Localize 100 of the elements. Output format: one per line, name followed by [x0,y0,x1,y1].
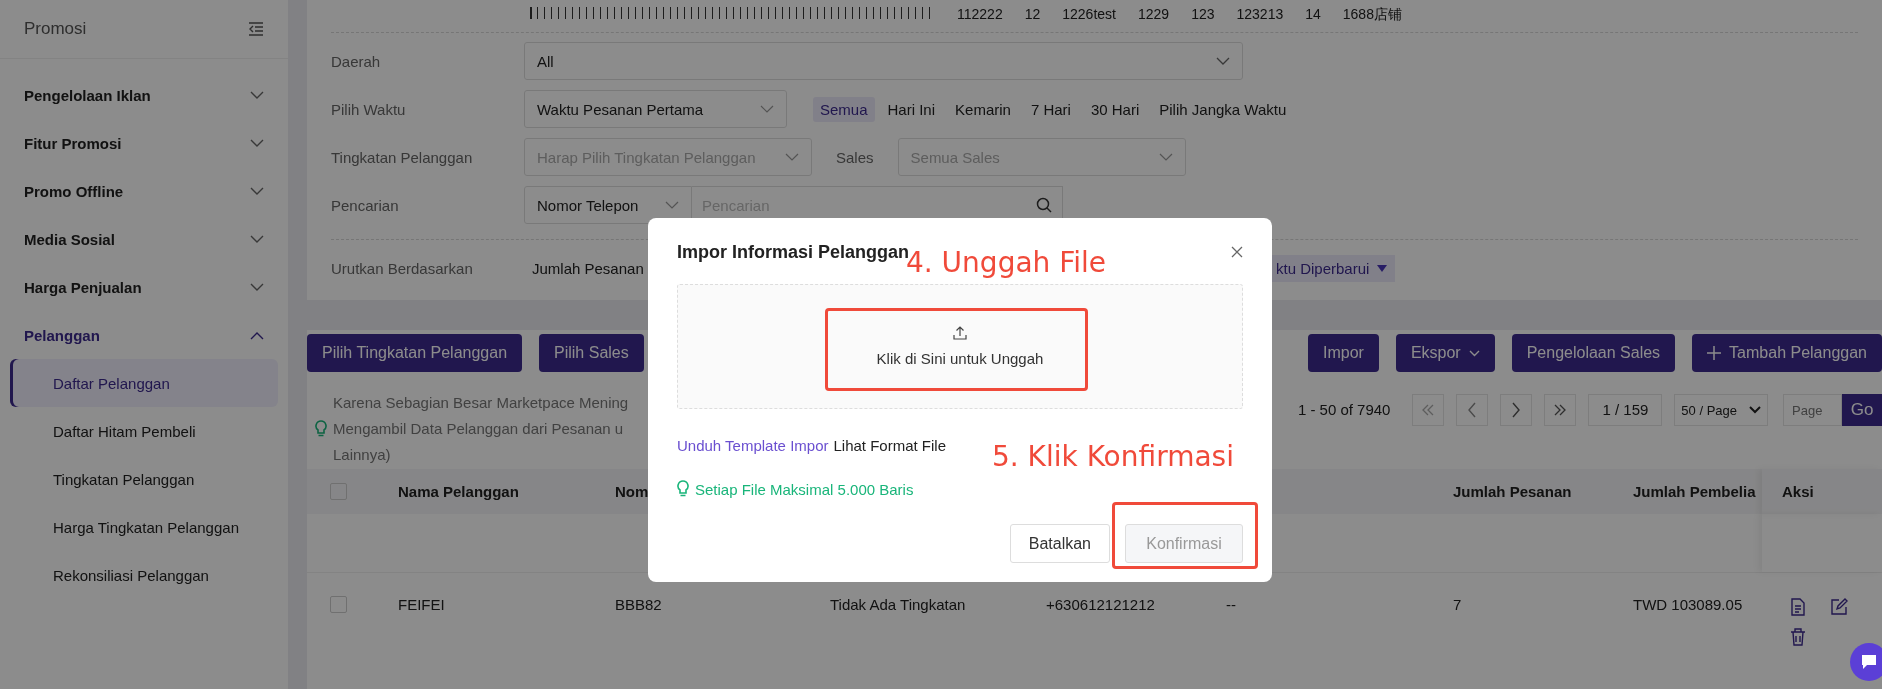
sidebar-item[interactable]: Harga Tingkatan Pelanggan [10,503,278,551]
lightbulb-icon [315,420,327,438]
chevron-down-icon [250,90,264,100]
field-label: Pencarian [331,196,400,214]
chevron-down-icon [250,282,264,292]
sidebar-group[interactable]: Media Sosial [0,215,288,263]
table-cell-text: TWD 103089.05 [1632,595,1744,615]
caret-down-icon [1377,264,1388,272]
sidebar-item[interactable]: Rekonsiliasi Pelanggan [10,551,278,599]
time-option[interactable]: Pilih Jangka Waktu [1152,96,1294,122]
sidebar-title: Promosi [24,19,87,39]
toolbar-button[interactable]: Pilih Sales [539,334,644,372]
upload-area[interactable]: Klik di Sini untuk Unggah [677,284,1243,409]
time-option[interactable]: Hari Ini [880,96,943,122]
toolbar-button[interactable]: Pilih Tingkatan Pelanggan [307,334,523,372]
template-link[interactable]: Unduh Template Impor [677,437,829,454]
table-cell-text: Tidak Ada Tingkatan [829,595,967,615]
tag-option[interactable]: 1229 [1138,6,1170,22]
column-header: Jumlah Pesanan [1453,483,1572,500]
go-button[interactable]: Go [1842,394,1882,426]
sidebar-item[interactable]: Daftar Pelanggan [10,359,278,407]
tip-text: Setiap File Maksimal 5.000 Baris [695,480,914,498]
document-icon[interactable] [1790,598,1806,616]
annotation-text: 5. Klik Konfirmasi [992,440,1234,473]
field-label: Pilih Waktu [331,100,407,118]
tag-option[interactable]: 123 [1191,6,1215,22]
sidebar-group[interactable]: Fitur Promosi [0,119,288,167]
field-label: Sales [836,148,874,166]
tag-option[interactable]: 14 [1305,6,1321,22]
dialog-title: Impor Informasi Pelanggan [677,241,910,262]
table-cell-text: 7 [1452,595,1463,615]
sidebar-group[interactable]: Harga Penjualan [0,263,288,311]
time-type-select[interactable]: Waktu Pesanan Pertama [524,90,787,128]
toolbar-button[interactable]: Ekspor [1395,334,1495,372]
toolbar-button[interactable]: Impor [1307,334,1379,372]
table-cell-text: FEIFEI [397,595,446,615]
chevron-down-icon [1158,153,1173,161]
page-size-select[interactable]: 50 / Page [1674,394,1768,426]
tag-option[interactable]: 1226test [1062,6,1116,22]
table-cell-text: +630612121212 [1045,595,1156,615]
column-header: Nama Pelanggan [398,483,519,500]
chevron-left-icon [1467,402,1478,418]
collapse-menu-icon[interactable] [248,22,264,36]
next-page-button[interactable] [1500,394,1533,426]
dialog-button[interactable]: Batalkan [1009,524,1110,563]
sidebar-item[interactable]: Daftar Hitam Pembeli [10,407,278,455]
upload-text: Klik di Sini untuk Unggah [876,350,1044,367]
trash-icon[interactable] [1790,628,1806,646]
notice-text: Lainnya) [333,445,392,465]
chevron-down-icon [1749,406,1761,414]
tag-option[interactable]: 1688店铺 [1342,6,1402,22]
edit-icon[interactable] [1830,598,1848,616]
column-header: Aksi [1762,469,1882,514]
checkbox[interactable] [330,483,347,500]
time-option[interactable]: 30 Hari [1083,96,1147,122]
format-link[interactable]: Lihat Format File [833,437,947,454]
page-input[interactable]: Page [1783,394,1842,426]
table-cell-text: BBB82 [614,595,663,615]
chevron-down-icon [250,186,264,196]
chevron-down-icon [1468,349,1480,357]
notice-text: Karena Sebagian Besar Marketpace Mening [333,393,629,413]
time-option[interactable]: 7 Hari [1023,96,1078,122]
region-select[interactable]: All [524,42,1243,80]
column-header: Nom [615,483,649,500]
page-indicator: 1 / 159 [1588,394,1663,426]
field-label: Urutkan Berdasarkan [331,259,474,277]
tag-option[interactable]: 112222 [957,6,1003,22]
upload-icon [953,326,967,340]
checkbox[interactable] [330,596,347,613]
chat-icon [1860,654,1878,670]
page-range: 1 - 50 of 7940 [1297,400,1391,420]
chevron-down-icon [250,138,264,148]
plus-icon [1707,346,1722,360]
search-icon[interactable] [1036,197,1052,213]
time-option[interactable]: Kemarin [948,96,1018,122]
chevron-down-icon [665,201,679,209]
table-cell-text: -- [1225,595,1237,615]
chevron-right-icon [1511,402,1522,418]
double-chevron-left-icon [1421,404,1436,416]
toolbar-button[interactable]: Pengelolaan Sales [1511,334,1676,372]
chevron-up-icon [250,330,264,340]
double-chevron-right-icon [1553,404,1568,416]
chevron-down-icon [785,153,799,161]
field-label: Tingkatan Pelanggan [331,148,474,166]
close-icon[interactable] [1231,246,1243,258]
sidebar-item[interactable]: Tingkatan Pelanggan [10,455,278,503]
time-option[interactable]: Semua [813,96,875,122]
sidebar-group[interactable]: Pelanggan [0,311,288,359]
tag-option[interactable]: 123213 [1236,6,1284,22]
column-header: Jumlah Pembelia [1633,483,1756,500]
sidebar-group[interactable]: Promo Offline [0,167,288,215]
notice-text: Mengambil Data Pelanggan dari Pesanan u [333,419,625,439]
chevron-down-icon [250,234,264,244]
chevron-down-icon [760,105,774,113]
toolbar-button[interactable]: Tambah Pelanggan [1692,334,1882,372]
chevron-down-icon [1216,57,1230,65]
sidebar-group[interactable]: Pengelolaan Iklan [0,71,288,119]
field-label: Daerah [331,52,382,70]
lightbulb-icon [677,480,689,498]
tag-option[interactable]: 12 [1024,6,1041,22]
